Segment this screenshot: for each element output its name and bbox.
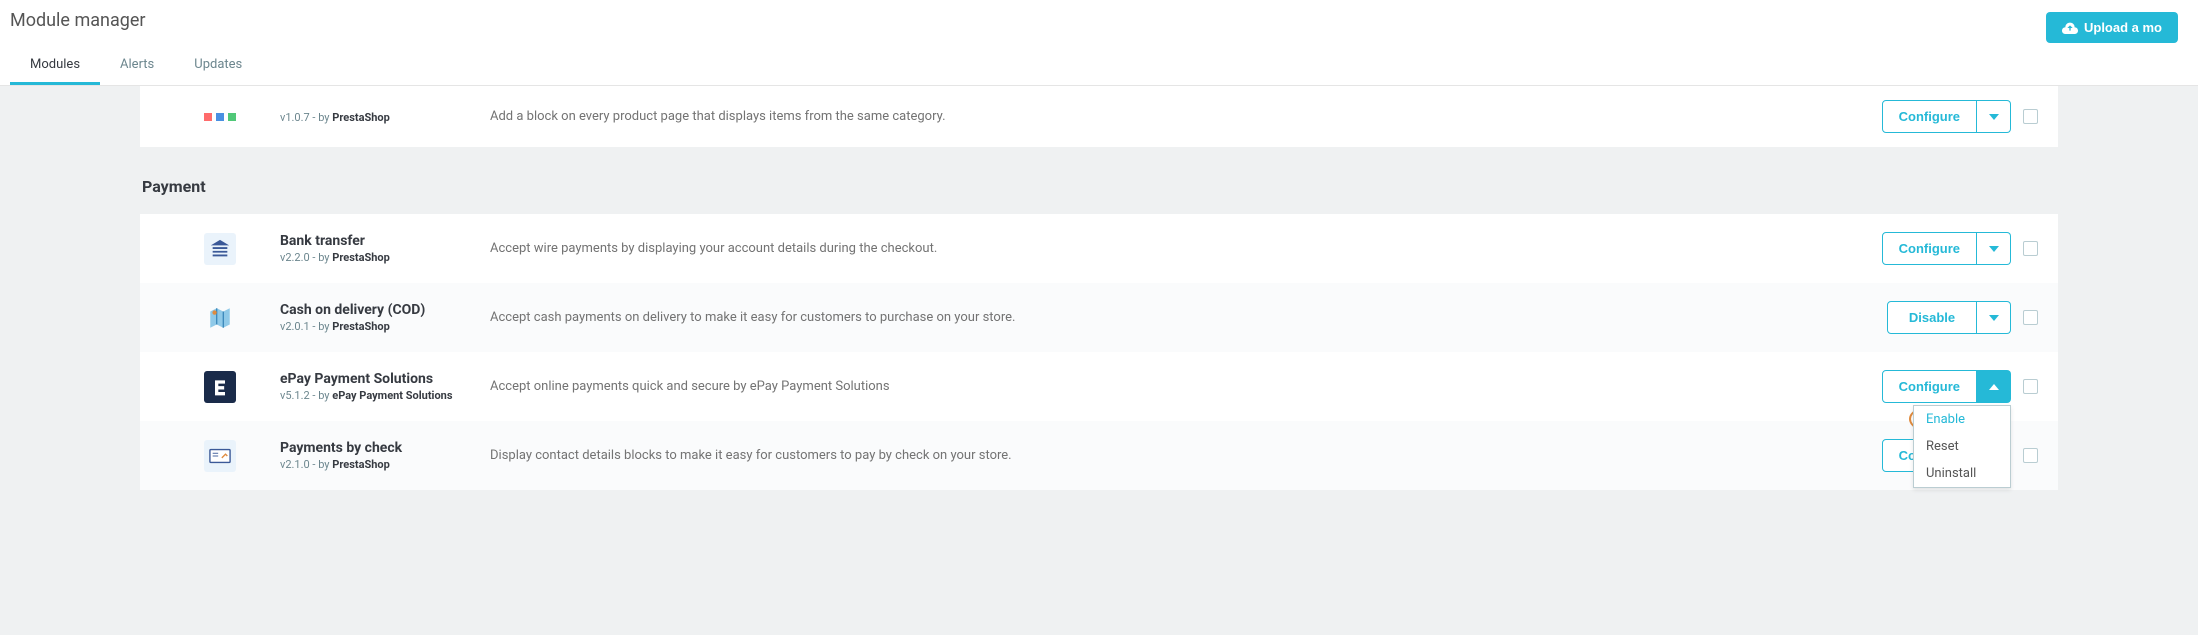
module-meta: Payments by check v2.1.0 - by PrestaShop <box>280 440 490 471</box>
module-row-previous: v1.0.7 - by PrestaShop Add a block on ev… <box>140 86 2058 147</box>
tab-updates[interactable]: Updates <box>174 47 262 85</box>
module-version-line: v2.1.0 - by PrestaShop <box>280 458 490 471</box>
tabs: Modules Alerts Updates <box>10 47 2046 85</box>
bulk-checkbox[interactable] <box>2023 310 2038 325</box>
module-version-line: v5.1.2 - by ePay Payment Solutions <box>280 389 490 402</box>
upload-label: Upload a mo <box>2084 20 2162 35</box>
module-version-line: v2.0.1 - by PrestaShop <box>280 320 490 333</box>
bulk-checkbox[interactable] <box>2023 379 2038 394</box>
action-dropdown-toggle[interactable] <box>1977 232 2011 265</box>
module-name: Cash on delivery (COD) <box>280 302 490 318</box>
action-dropdown-toggle[interactable] <box>1977 370 2011 403</box>
module-actions: Configure <box>1882 232 2038 265</box>
module-description: Add a block on every product page that d… <box>490 109 1882 124</box>
chevron-up-icon <box>1989 384 1999 390</box>
action-dropdown-menu: Enable Reset Uninstall <box>1913 405 2011 488</box>
chevron-down-icon <box>1989 114 1999 120</box>
module-actions: Configure <box>1882 100 2038 133</box>
module-icon-col <box>160 233 280 265</box>
action-button-group: Configure <box>1882 232 2011 265</box>
module-row-cod: Cash on delivery (COD) v2.0.1 - by Prest… <box>140 283 2058 352</box>
module-icon-col <box>160 371 280 403</box>
module-actions: Configure <box>1882 370 2038 403</box>
action-dropdown-toggle[interactable] <box>1977 301 2011 334</box>
module-name: Bank transfer <box>280 233 490 249</box>
module-meta: Bank transfer v2.2.0 - by PrestaShop <box>280 233 490 264</box>
epay-icon <box>204 371 236 403</box>
module-row-epay: ePay Payment Solutions v5.1.2 - by ePay … <box>140 352 2058 421</box>
bulk-checkbox[interactable] <box>2023 241 2038 256</box>
cloud-upload-icon <box>2062 22 2078 34</box>
module-description: Accept online payments quick and secure … <box>490 379 1882 394</box>
module-meta: v1.0.7 - by PrestaShop <box>280 109 490 124</box>
module-name: Payments by check <box>280 440 490 456</box>
page-title: Module manager <box>10 10 2046 31</box>
configure-button[interactable]: Configure <box>1882 370 1977 403</box>
module-actions: Disable <box>1887 301 2038 334</box>
module-icon-col <box>160 302 280 334</box>
chevron-down-icon <box>1989 315 1999 321</box>
bulk-checkbox[interactable] <box>2023 448 2038 463</box>
section-heading: Payment <box>142 177 2058 196</box>
content: v1.0.7 - by PrestaShop Add a block on ev… <box>0 86 2198 530</box>
cash-icon <box>204 302 236 334</box>
dropdown-item-uninstall[interactable]: Uninstall <box>1914 460 2010 487</box>
module-description: Accept cash payments on delivery to make… <box>490 310 1887 325</box>
module-row-check: Payments by check v2.1.0 - by PrestaShop… <box>140 421 2058 490</box>
dropdown-item-reset[interactable]: Reset <box>1914 433 2010 460</box>
action-button-group: Configure <box>1882 100 2011 133</box>
module-icon-col <box>160 440 280 472</box>
module-icon-col <box>160 101 280 133</box>
tab-alerts[interactable]: Alerts <box>100 47 174 85</box>
action-button-group: Disable <box>1887 301 2011 334</box>
bulk-checkbox[interactable] <box>2023 109 2038 124</box>
module-version-line: v1.0.7 - by PrestaShop <box>280 111 490 124</box>
action-dropdown-toggle[interactable] <box>1977 100 2011 133</box>
check-icon <box>204 440 236 472</box>
configure-button[interactable]: Configure <box>1882 100 1977 133</box>
module-description: Accept wire payments by displaying your … <box>490 241 1882 256</box>
dropdown-item-enable[interactable]: Enable <box>1914 406 2010 433</box>
module-version-line: v2.2.0 - by PrestaShop <box>280 251 490 264</box>
module-icon <box>204 101 236 133</box>
module-meta: Cash on delivery (COD) v2.0.1 - by Prest… <box>280 302 490 333</box>
module-meta: ePay Payment Solutions v5.1.2 - by ePay … <box>280 371 490 402</box>
module-name: ePay Payment Solutions <box>280 371 490 387</box>
tab-modules[interactable]: Modules <box>10 47 100 85</box>
upload-module-button[interactable]: Upload a mo <box>2046 12 2178 43</box>
module-list: Bank transfer v2.2.0 - by PrestaShop Acc… <box>140 214 2058 490</box>
disable-button[interactable]: Disable <box>1887 301 1977 334</box>
chevron-down-icon <box>1989 246 1999 252</box>
configure-button[interactable]: Configure <box>1882 232 1977 265</box>
module-description: Display contact details blocks to make i… <box>490 448 1882 463</box>
module-row-bank-transfer: Bank transfer v2.2.0 - by PrestaShop Acc… <box>140 214 2058 283</box>
header-left: Module manager Modules Alerts Updates <box>10 10 2046 85</box>
action-button-group: Configure <box>1882 370 2011 403</box>
bank-icon <box>204 233 236 265</box>
page-header: Module manager Modules Alerts Updates Up… <box>0 0 2198 86</box>
